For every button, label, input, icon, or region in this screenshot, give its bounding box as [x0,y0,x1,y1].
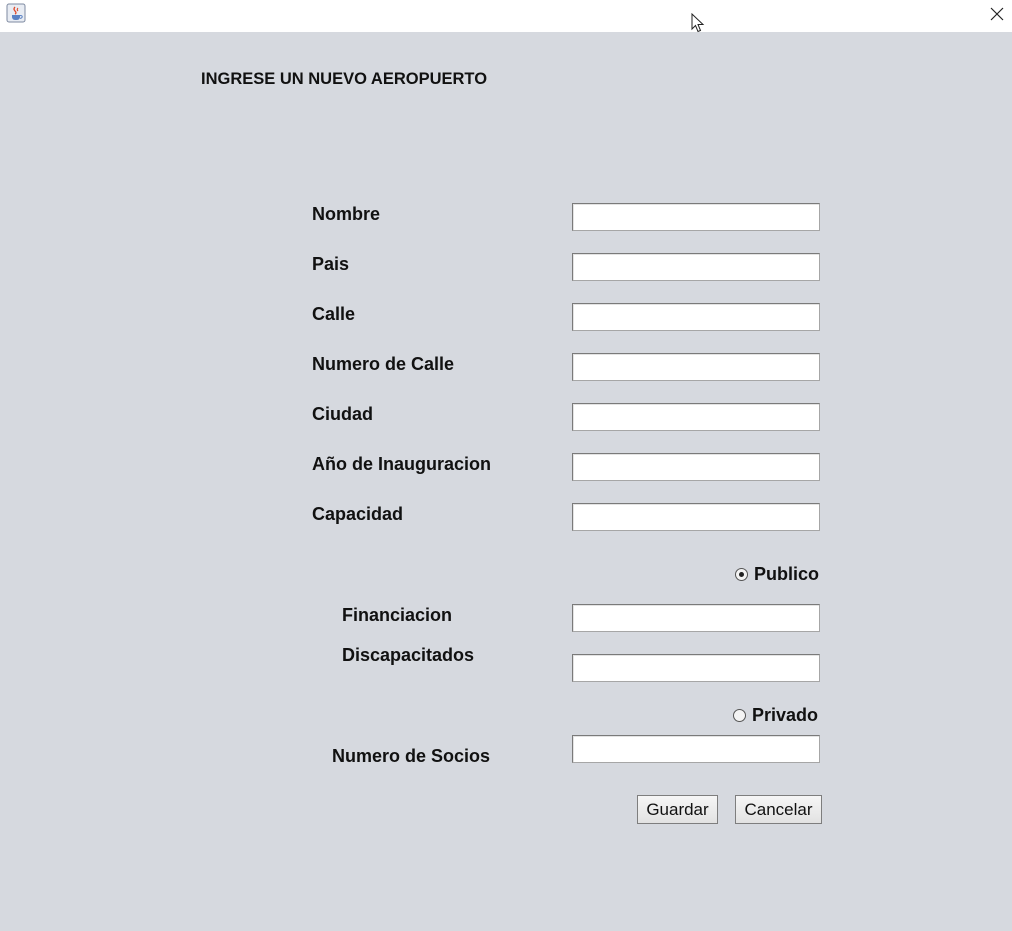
discapacitados-input[interactable] [572,654,820,682]
radio-publico[interactable]: Publico [735,564,819,585]
label-numero-socios: Numero de Socios [332,746,491,766]
radio-publico-label: Publico [754,564,820,584]
label-pais: Pais [312,254,350,274]
close-icon [990,7,1004,21]
label-capacidad: Capacidad [312,504,404,524]
label-discapacitados: Discapacitados [342,645,475,665]
guardar-button[interactable]: Guardar [637,795,718,824]
numero-socios-input[interactable] [572,735,820,763]
radio-privado-label: Privado [752,705,819,725]
form-panel: INGRESE UN NUEVO AEROPUERTO Nombre Pais … [0,32,1012,931]
numero-calle-input[interactable] [572,353,820,381]
radio-privado[interactable]: Privado [733,705,818,726]
form-heading: INGRESE UN NUEVO AEROPUERTO [201,70,488,88]
label-numero-calle: Numero de Calle [312,354,455,374]
radio-privado-indicator[interactable] [733,709,746,722]
ciudad-input[interactable] [572,403,820,431]
java-cup-icon [6,3,26,23]
anio-inauguracion-input[interactable] [572,453,820,481]
pais-input[interactable] [572,253,820,281]
label-calle: Calle [312,304,356,324]
close-button[interactable] [982,0,1012,28]
financiacion-input[interactable] [572,604,820,632]
label-financiacion: Financiacion [342,605,453,625]
label-anio-inauguracion: Año de Inauguracion [312,454,492,474]
cancelar-button[interactable]: Cancelar [735,795,822,824]
mouse-pointer-icon [691,13,705,33]
label-ciudad: Ciudad [312,404,373,424]
capacidad-input[interactable] [572,503,820,531]
nombre-input[interactable] [572,203,820,231]
radio-publico-indicator[interactable] [735,568,748,581]
label-nombre: Nombre [312,204,381,224]
calle-input[interactable] [572,303,820,331]
window-titlebar [0,0,1012,33]
